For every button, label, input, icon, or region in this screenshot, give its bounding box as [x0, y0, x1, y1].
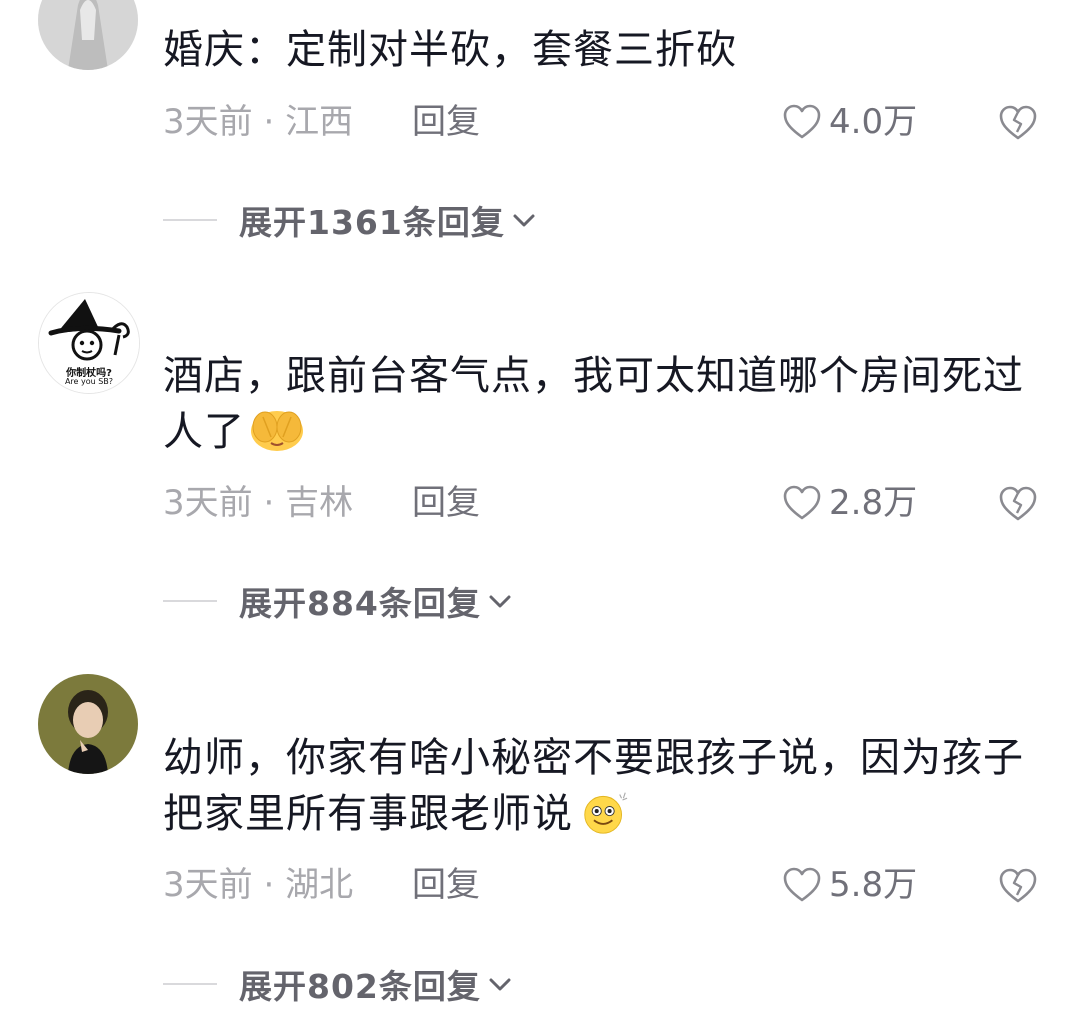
comment-location: 湖北: [285, 865, 354, 905]
expand-replies-label: 展开1361条回复: [239, 203, 505, 242]
meta-separator: ·: [252, 865, 286, 905]
broken-heart-icon: [999, 486, 1037, 521]
broken-heart-icon: [999, 105, 1037, 140]
dislike-button[interactable]: [998, 483, 1038, 523]
comment-text: 幼师，你家有啥小秘密不要跟孩子说，因为孩子把家里所有事跟老师说: [163, 730, 1043, 842]
dislike-button[interactable]: [998, 102, 1038, 142]
expand-replies-button[interactable]: 展开1361条回复: [163, 197, 539, 243]
comment-location: 江西: [285, 102, 354, 142]
expand-replies-label: 展开884条回复: [239, 584, 481, 623]
broken-heart-icon: [999, 868, 1037, 903]
comment-time: 3天前: [163, 102, 253, 142]
heart-icon: [783, 867, 821, 902]
avatar[interactable]: [38, 674, 138, 774]
reply-button[interactable]: 回复: [412, 863, 480, 907]
heart-icon: [783, 485, 821, 520]
chevron-down-icon: [489, 595, 511, 608]
like-count: 5.8万: [829, 865, 918, 905]
avatar[interactable]: 你制杖吗? Are you SB?: [38, 292, 140, 394]
like-button[interactable]: 4.0万: [783, 100, 917, 144]
heart-icon: [783, 104, 821, 139]
like-count: 4.0万: [829, 102, 918, 142]
expand-divider: [163, 983, 217, 985]
reply-button[interactable]: 回复: [412, 481, 480, 525]
avatar-text-2: Are you SB?: [64, 377, 114, 386]
reply-button[interactable]: 回复: [412, 100, 480, 144]
comment-meta: 3天前 · 吉林: [163, 481, 353, 525]
comment-time: 3天前: [163, 865, 253, 905]
chevron-down-icon: [513, 214, 535, 227]
comment-meta: 3天前 · 江西: [163, 100, 353, 144]
meta-separator: ·: [252, 102, 286, 142]
smiling-face-emoji: [584, 792, 628, 834]
expand-replies-button[interactable]: 展开802条回复: [163, 961, 515, 1007]
meta-separator: ·: [252, 483, 286, 523]
comment-time: 3天前: [163, 483, 253, 523]
expand-replies-label: 展开802条回复: [239, 967, 481, 1006]
dislike-button[interactable]: [998, 865, 1038, 905]
like-button[interactable]: 5.8万: [783, 863, 917, 907]
covering-face-emoji: [251, 411, 303, 451]
avatar-image: [38, 0, 138, 70]
like-button[interactable]: 2.8万: [783, 481, 917, 525]
comment-text: 婚庆：定制对半砍，套餐三折砍: [163, 27, 737, 73]
comment-meta: 3天前 · 湖北: [163, 863, 353, 907]
avatar-image: [38, 674, 138, 774]
expand-replies-button[interactable]: 展开884条回复: [163, 578, 515, 624]
chevron-down-icon: [489, 978, 511, 991]
like-count: 2.8万: [829, 483, 918, 523]
expand-divider: [163, 219, 217, 221]
comment-text: 酒店，跟前台客气点，我可太知道哪个房间死过人了: [163, 348, 1043, 460]
avatar[interactable]: [38, 0, 138, 70]
comment-location: 吉林: [285, 483, 354, 523]
expand-divider: [163, 600, 217, 602]
